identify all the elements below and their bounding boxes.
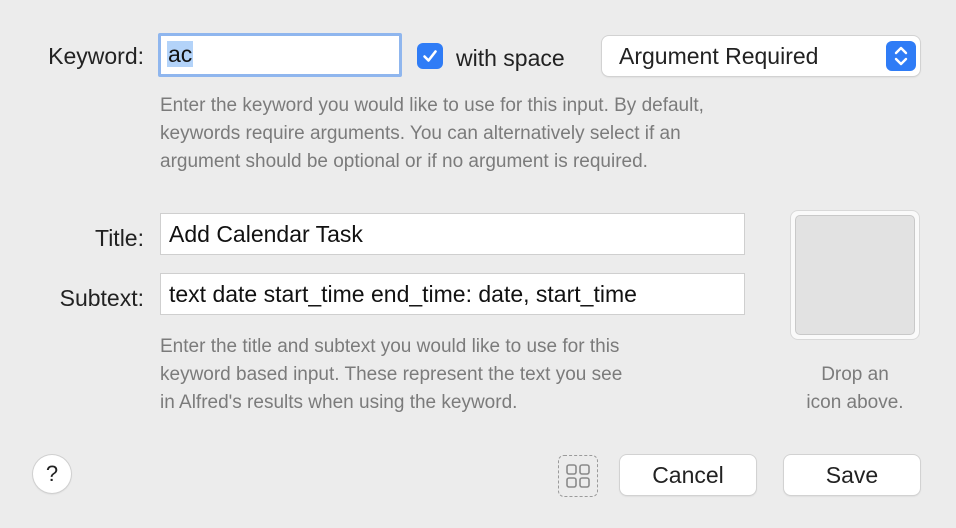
title-help-line: keyword based input. These represent the… — [160, 364, 623, 385]
subtext-label: Subtext: — [59, 285, 144, 311]
checkmark-icon — [423, 50, 437, 62]
grid-icon — [566, 464, 590, 488]
up-down-chevron-icon — [886, 41, 916, 71]
save-button[interactable]: Save — [784, 455, 920, 495]
subtext-input-value: text date start_time end_time: date, sta… — [169, 281, 637, 307]
keyword-label: Keyword: — [48, 43, 144, 69]
argument-select-value: Argument Required — [619, 43, 819, 69]
title-input[interactable]: Add Calendar Task — [160, 213, 745, 255]
help-button[interactable]: ? — [33, 455, 71, 493]
icon-drop-well[interactable] — [790, 210, 920, 340]
icon-drop-well-inner — [795, 215, 915, 335]
keyword-help-line: keywords require arguments. You can alte… — [160, 123, 681, 144]
title-input-value: Add Calendar Task — [169, 221, 363, 247]
title-help-line: in Alfred's results when using the keywo… — [160, 392, 518, 413]
with-space-checkbox[interactable] — [417, 43, 443, 69]
keyword-input-value: ac — [167, 41, 194, 67]
keyword-help-line: argument should be optional or if no arg… — [160, 151, 648, 172]
keyword-help-line: Enter the keyword you would like to use … — [160, 95, 704, 116]
title-label: Title: — [95, 225, 144, 251]
cancel-button[interactable]: Cancel — [620, 455, 756, 495]
icon-drop-hint-line: icon above. — [806, 392, 904, 413]
title-help-text: Enter the title and subtext you would li… — [160, 333, 760, 417]
icon-drop-hint: Drop an icon above. — [775, 361, 935, 417]
icon-drop-hint-line: Drop an — [821, 364, 889, 385]
grid-button[interactable] — [558, 455, 598, 497]
title-help-line: Enter the title and subtext you would li… — [160, 336, 620, 357]
with-space-label: with space — [456, 45, 565, 71]
subtext-input[interactable]: text date start_time end_time: date, sta… — [160, 273, 745, 315]
keyword-input[interactable]: ac — [158, 33, 402, 77]
keyword-help-text: Enter the keyword you would like to use … — [160, 92, 860, 176]
argument-select[interactable]: Argument Required — [602, 36, 920, 76]
